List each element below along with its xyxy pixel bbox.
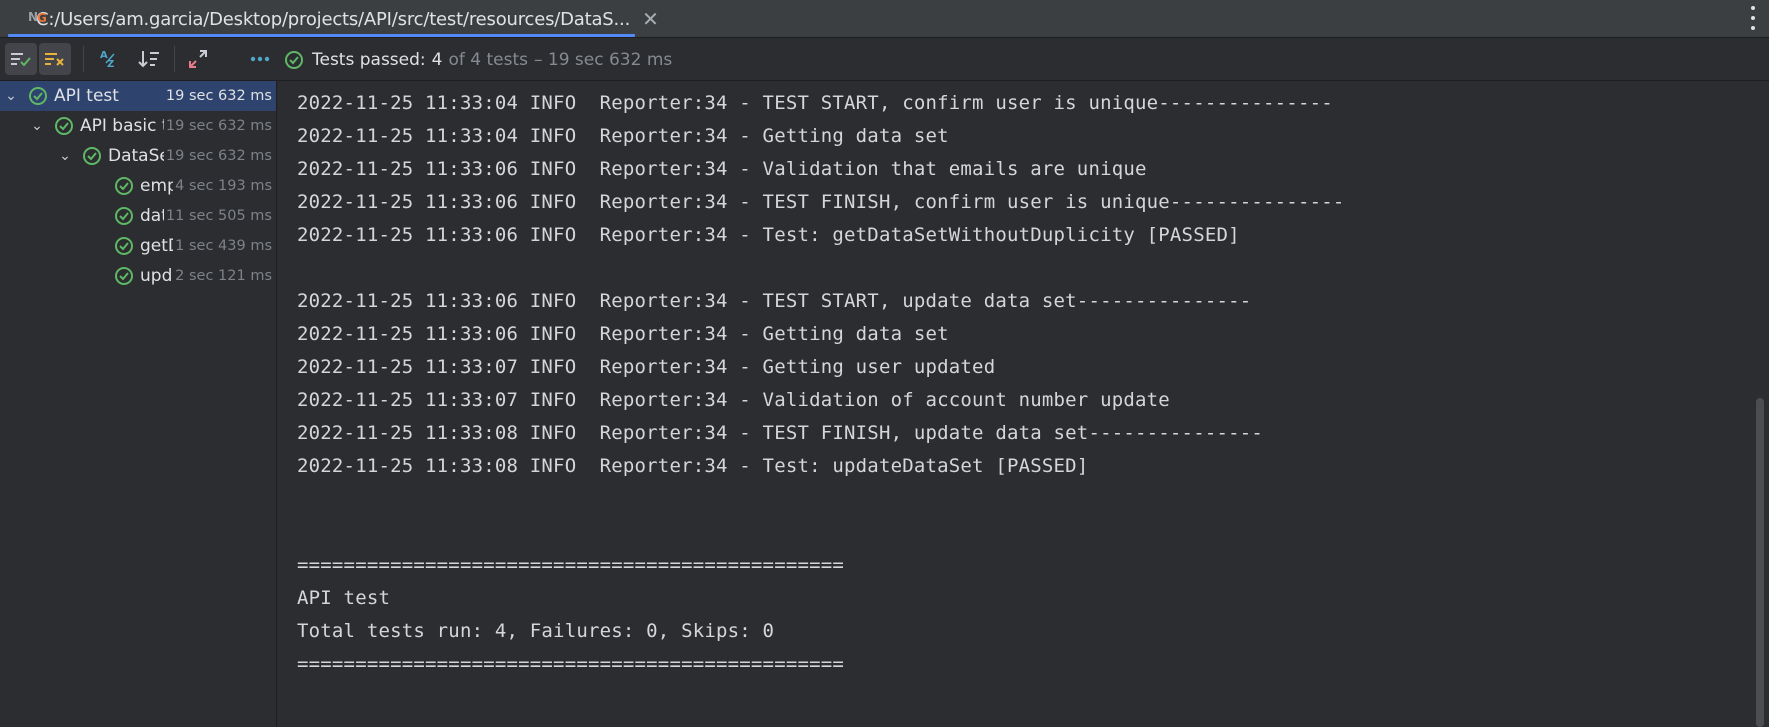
tree-row-label: getD [140,236,176,256]
console-line: API test [297,587,391,609]
tree-row-label: upda [140,266,176,286]
tree-row[interactable]: data 11 sec 505 ms [0,201,276,231]
test-status: Tests passed: 4 of 4 tests – 19 sec 632 … [284,38,672,81]
tree-row[interactable]: upda2 sec 121 ms [0,261,276,291]
sort-by-duration-button[interactable] [133,43,165,75]
tree-row-label: API test [54,86,119,106]
console-line: 2022-11-25 11:33:04 INFO Reporter:34 - G… [297,125,949,147]
tree-row-duration: 11 sec 505 ms [163,201,272,231]
show-passed-icon [11,53,31,67]
editor-tab-bar: NG C:/Users/am.garcia/Desktop/projects/A… [0,0,1769,38]
console-line: ========================================… [297,653,845,675]
tree-row-label: API basic t [80,116,165,136]
console-line: 2022-11-25 11:33:06 INFO Reporter:34 - V… [297,158,1147,180]
status-total: of 4 tests [448,49,528,70]
console-line: 2022-11-25 11:33:07 INFO Reporter:34 - G… [297,356,996,378]
tree-row-duration: 1 sec 439 ms [173,231,272,261]
chevron-down-icon[interactable]: ⌄ [58,148,72,164]
status-duration: – 19 sec 632 ms [533,49,673,70]
console-line: 2022-11-25 11:33:07 INFO Reporter:34 - V… [297,389,1170,411]
test-results-tree: ⌄ API test 19 sec 632 ms ⌄ API basic t 19 sec… [0,81,277,727]
expand-icon [189,50,207,68]
console-line: 2022-11-25 11:33:06 INFO Reporter:34 - T… [297,224,1240,246]
toolbar-separator [174,46,175,72]
tab-title: C:/Users/am.garcia/Desktop/projects/API/… [36,8,631,30]
passed-check-icon [115,267,133,285]
status-label: Tests passed: [312,49,426,70]
console-line: 2022-11-25 11:33:06 INFO Reporter:34 - T… [297,290,1252,312]
tree-row[interactable]: ⌄ API test 19 sec 632 ms [0,81,276,111]
console-line: 2022-11-25 11:33:04 INFO Reporter:34 - T… [297,92,1333,114]
console-scrollbar[interactable] [1756,398,1764,727]
tree-row-duration: 4 sec 193 ms [173,171,272,201]
tree-row[interactable]: ⌄ DataSe 19 sec 632 ms [0,141,276,171]
tree-row-label: DataSe [108,146,168,166]
console-line: ========================================… [297,554,845,576]
chevron-down-icon[interactable]: ⌄ [4,88,18,104]
passed-check-icon [55,117,73,135]
console-line: Total tests run: 4, Failures: 0, Skips: … [297,620,775,642]
tree-row[interactable]: emp 4 sec 193 ms [0,171,276,201]
tree-row[interactable]: getD1 sec 439 ms [0,231,276,261]
more-horizontal-icon [250,56,270,62]
console-line: 2022-11-25 11:33:08 INFO Reporter:34 - T… [297,422,1264,444]
console-line: 2022-11-25 11:33:08 INFO Reporter:34 - T… [297,455,1089,477]
sort-az-icon: A Z [100,50,115,70]
toolbar-separator [83,46,84,72]
show-ignored-button[interactable] [39,43,71,75]
show-ignored-icon [45,53,64,66]
expand-all-button[interactable] [182,43,214,75]
console-output[interactable]: 2022-11-25 11:33:04 INFO Reporter:34 - T… [277,81,1752,727]
chevron-down-icon[interactable]: ⌄ [30,118,44,134]
sort-duration-icon [138,51,159,68]
passed-check-icon [115,207,133,225]
tree-row-duration: 19 sec 632 ms [163,81,272,111]
passed-check-icon [83,147,101,165]
sort-alphabetically-button[interactable]: A Z [94,43,126,75]
tree-row-label: emp [140,176,176,196]
more-options-button[interactable] [244,43,276,75]
tree-row-duration: 19 sec 632 ms [163,111,272,141]
run-tab[interactable]: NG C:/Users/am.garcia/Desktop/projects/A… [8,0,659,38]
console-line: 2022-11-25 11:33:06 INFO Reporter:34 - G… [297,323,949,345]
passed-check-icon [285,50,303,69]
tree-row-duration: 19 sec 632 ms [163,141,272,171]
more-vertical-icon[interactable] [1749,6,1757,30]
passed-check-icon [115,177,133,195]
passed-check-icon [29,87,47,105]
test-runner-toolbar: A Z [0,38,1769,81]
tree-row-duration: 2 sec 121 ms [173,261,272,291]
console-line: 2022-11-25 11:33:06 INFO Reporter:34 - T… [297,191,1345,213]
close-icon[interactable]: ✕ [642,7,659,31]
tree-row[interactable]: ⌄ API basic t 19 sec 632 ms [0,111,276,141]
status-count: 4 [431,49,443,70]
active-tab-indicator [8,34,635,37]
passed-check-icon [115,237,133,255]
show-passed-button[interactable] [5,43,37,75]
